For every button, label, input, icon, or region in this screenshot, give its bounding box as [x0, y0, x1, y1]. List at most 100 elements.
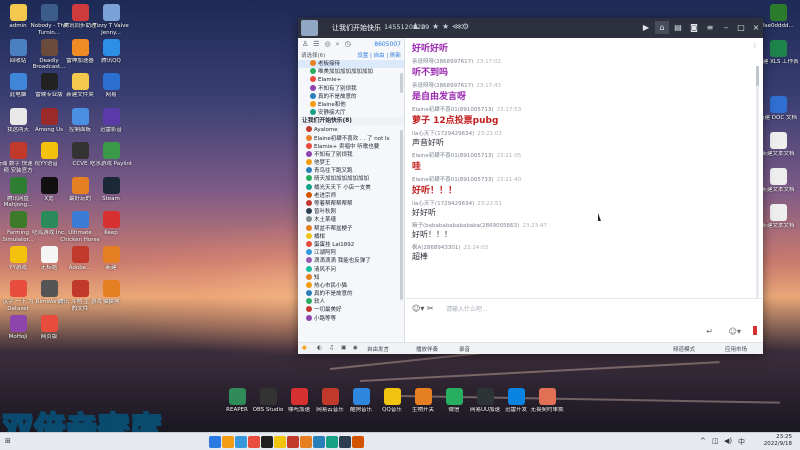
channel-row[interactable]: 老进宗师: [298, 191, 404, 200]
desktop-shortcut[interactable]: 吃水游戏 Paylint: [89, 142, 133, 168]
channel-row[interactable]: 真的不是故意的: [298, 92, 404, 101]
input-method-icon[interactable]: 中: [738, 437, 745, 447]
settings-icon[interactable]: ⚙: [462, 22, 469, 31]
reaction-icon[interactable]: ☺▾: [729, 327, 741, 336]
channel-row[interactable]: 他梦王: [298, 159, 404, 167]
taskbar-app-icon[interactable]: [313, 436, 325, 448]
group-header[interactable]: 让我们开始快乐(8): [298, 117, 404, 127]
channel-row[interactable]: 橘光天天下 小店一支美: [298, 183, 404, 192]
channel-row[interactable]: Elaine和他: [298, 100, 404, 109]
menu-icon[interactable]: ≡: [703, 21, 717, 34]
camera-icon[interactable]: ▣: [341, 345, 346, 351]
channel-row[interactable]: 木土某缮: [298, 216, 404, 224]
channel-row[interactable]: 等着帮帮帮帮帮: [298, 200, 404, 208]
taskbar-app-icon[interactable]: [274, 436, 286, 448]
desktop-shortcut[interactable]: 猫猫狗: [89, 280, 133, 306]
channel-row[interactable]: 小路等等: [298, 314, 404, 323]
member-scrollbar[interactable]: [400, 130, 403, 300]
channel-row[interactable]: 曾叶秋刚: [298, 208, 404, 216]
channel-row[interactable]: 蛋蛋挂 Lai1892: [298, 240, 404, 249]
taskbar-app-icon[interactable]: [222, 436, 234, 448]
record-icon[interactable]: ◉: [353, 345, 358, 351]
search-icon[interactable]: ⌕: [336, 40, 340, 49]
channel-row[interactable]: 安静接大厅: [298, 109, 404, 117]
location-icon[interactable]: ◎: [325, 40, 331, 48]
gamepad-icon[interactable]: ◙: [687, 21, 701, 34]
chat-scrollbar[interactable]: [756, 66, 759, 298]
mic-icon[interactable]: ♫: [329, 345, 334, 351]
message-author[interactable]: Elaine初肆不喜01(891005713): [412, 153, 494, 159]
taskbar-app-icon[interactable]: [248, 436, 260, 448]
taskbar-app-icon[interactable]: [287, 436, 299, 448]
room-avatar[interactable]: [301, 20, 318, 36]
desktop-shortcut[interactable]: Keep: [89, 211, 133, 237]
maximize-icon[interactable]: □: [734, 21, 748, 34]
taskbar-app-icon[interactable]: [209, 436, 221, 448]
channel-list-icon[interactable]: ☰: [313, 40, 319, 48]
channel-row[interactable]: 真的不是故意的: [298, 290, 404, 298]
taskbar-app-icon[interactable]: [326, 436, 338, 448]
channel-row[interactable]: 晴天加加加加加加加加: [298, 175, 404, 183]
desktop-shortcut[interactable]: Tizzy T Valve Jenny...: [89, 4, 133, 36]
play-accompaniment-button[interactable]: 播放伴奏: [416, 345, 438, 353]
network-icon[interactable]: ◫: [712, 437, 719, 445]
desktop-shortcut[interactable]: 网页版: [27, 314, 71, 341]
channel-row[interactable]: Ayalome: [298, 126, 404, 134]
chat-scroll-thumb[interactable]: [756, 66, 759, 86]
user-icon[interactable]: ♙: [302, 40, 308, 48]
desktop-shortcut[interactable]: Steam: [89, 176, 133, 203]
volume-icon[interactable]: ◀): [724, 437, 732, 445]
channel-row[interactable]: 江湖阿阿: [298, 249, 404, 257]
channel-row[interactable]: Elaine初肆不喜欢 . . 了 not Is: [298, 134, 404, 143]
message-options-icon[interactable]: ⁝: [754, 42, 756, 50]
channel-row[interactable]: 帮盆不帮盆梗子: [298, 224, 404, 233]
desktop-shortcut[interactable]: 新建: [89, 245, 133, 272]
channel-row[interactable]: Elamie+: [298, 76, 404, 84]
message-input[interactable]: 请输入什么吧...: [446, 304, 488, 313]
channel-mode-button[interactable]: 频道模式: [673, 345, 695, 353]
tray-up-icon[interactable]: ^: [700, 437, 706, 445]
taskbar-app-icon[interactable]: [261, 436, 273, 448]
channel-go-tag[interactable]: 8605007: [374, 41, 401, 48]
app-market-button[interactable]: 应用市场: [725, 345, 747, 353]
record-button[interactable]: 录音: [459, 345, 470, 353]
desktop-shortcut[interactable]: 网易: [89, 73, 133, 99]
channel-row[interactable]: 清风不问: [298, 265, 404, 274]
taskbar-app-icon[interactable]: [339, 436, 351, 448]
channel-row[interactable]: 知: [298, 273, 404, 282]
video-icon[interactable]: ▶: [639, 21, 653, 34]
window-titlebar[interactable]: 让我们开始快乐 1455120820 ♟ 29 ★ ★ ⋘ ⚙ ▶ ⌂ ▤ ◙ …: [298, 18, 763, 38]
channel-row[interactable]: 不知有了别烦我: [298, 84, 404, 93]
favorite-star-icon[interactable]: ★: [442, 22, 449, 31]
send-icon[interactable]: ↵: [706, 327, 713, 336]
channel-row[interactable]: 老板接待: [298, 60, 404, 69]
channel-row[interactable]: 青鸟往下跑又跑: [298, 167, 404, 175]
minimize-icon[interactable]: –: [719, 21, 733, 34]
channel-row[interactable]: 软人: [298, 298, 404, 306]
desktop-shortcut[interactable]: 腾讯QQ: [89, 38, 133, 65]
desktop-app[interactable]: 无畏契约单挑: [525, 388, 569, 414]
taskbar-app-icon[interactable]: [300, 436, 312, 448]
taskbar-app-icon[interactable]: [352, 436, 364, 448]
taskbar-clock[interactable]: 23:25 2022/9/18: [764, 434, 792, 448]
start-icon[interactable]: ⊞: [5, 437, 11, 445]
speaker-icon[interactable]: ◐: [317, 345, 322, 351]
channel-scrollbar[interactable]: [400, 73, 403, 93]
channel-row[interactable]: 橘柑: [298, 232, 404, 241]
layout-icon[interactable]: ▤: [671, 21, 685, 34]
clock-icon[interactable]: ◷: [345, 40, 351, 48]
free-speech-button[interactable]: 自由发言: [367, 345, 389, 353]
channel-subbar-links[interactable]: 设置 | 自由 | 刷新: [357, 51, 401, 59]
close-icon[interactable]: ×: [749, 21, 763, 34]
message-input-area[interactable]: ☺▾ ✂ 请输入什么吧... ↵ ☺▾: [406, 298, 763, 342]
desktop-shortcut[interactable]: 迅雷影音: [89, 107, 133, 134]
channel-row[interactable]: 热心市民小猫: [298, 281, 404, 290]
channel-row[interactable]: 唯美加加加加加加加加: [298, 68, 404, 76]
channel-row[interactable]: Elamie+ 卖唱中 听歌也要: [298, 142, 404, 151]
channel-row[interactable]: 一切最美好: [298, 306, 404, 314]
emoji-tool-icon[interactable]: ☺▾ ✂: [412, 304, 434, 313]
channel-row[interactable]: 不知有了别烦我: [298, 150, 404, 159]
mic-toggle-icon[interactable]: ●: [302, 345, 307, 351]
home-icon[interactable]: ⌂: [655, 21, 669, 34]
star-icon[interactable]: ★: [432, 22, 439, 31]
